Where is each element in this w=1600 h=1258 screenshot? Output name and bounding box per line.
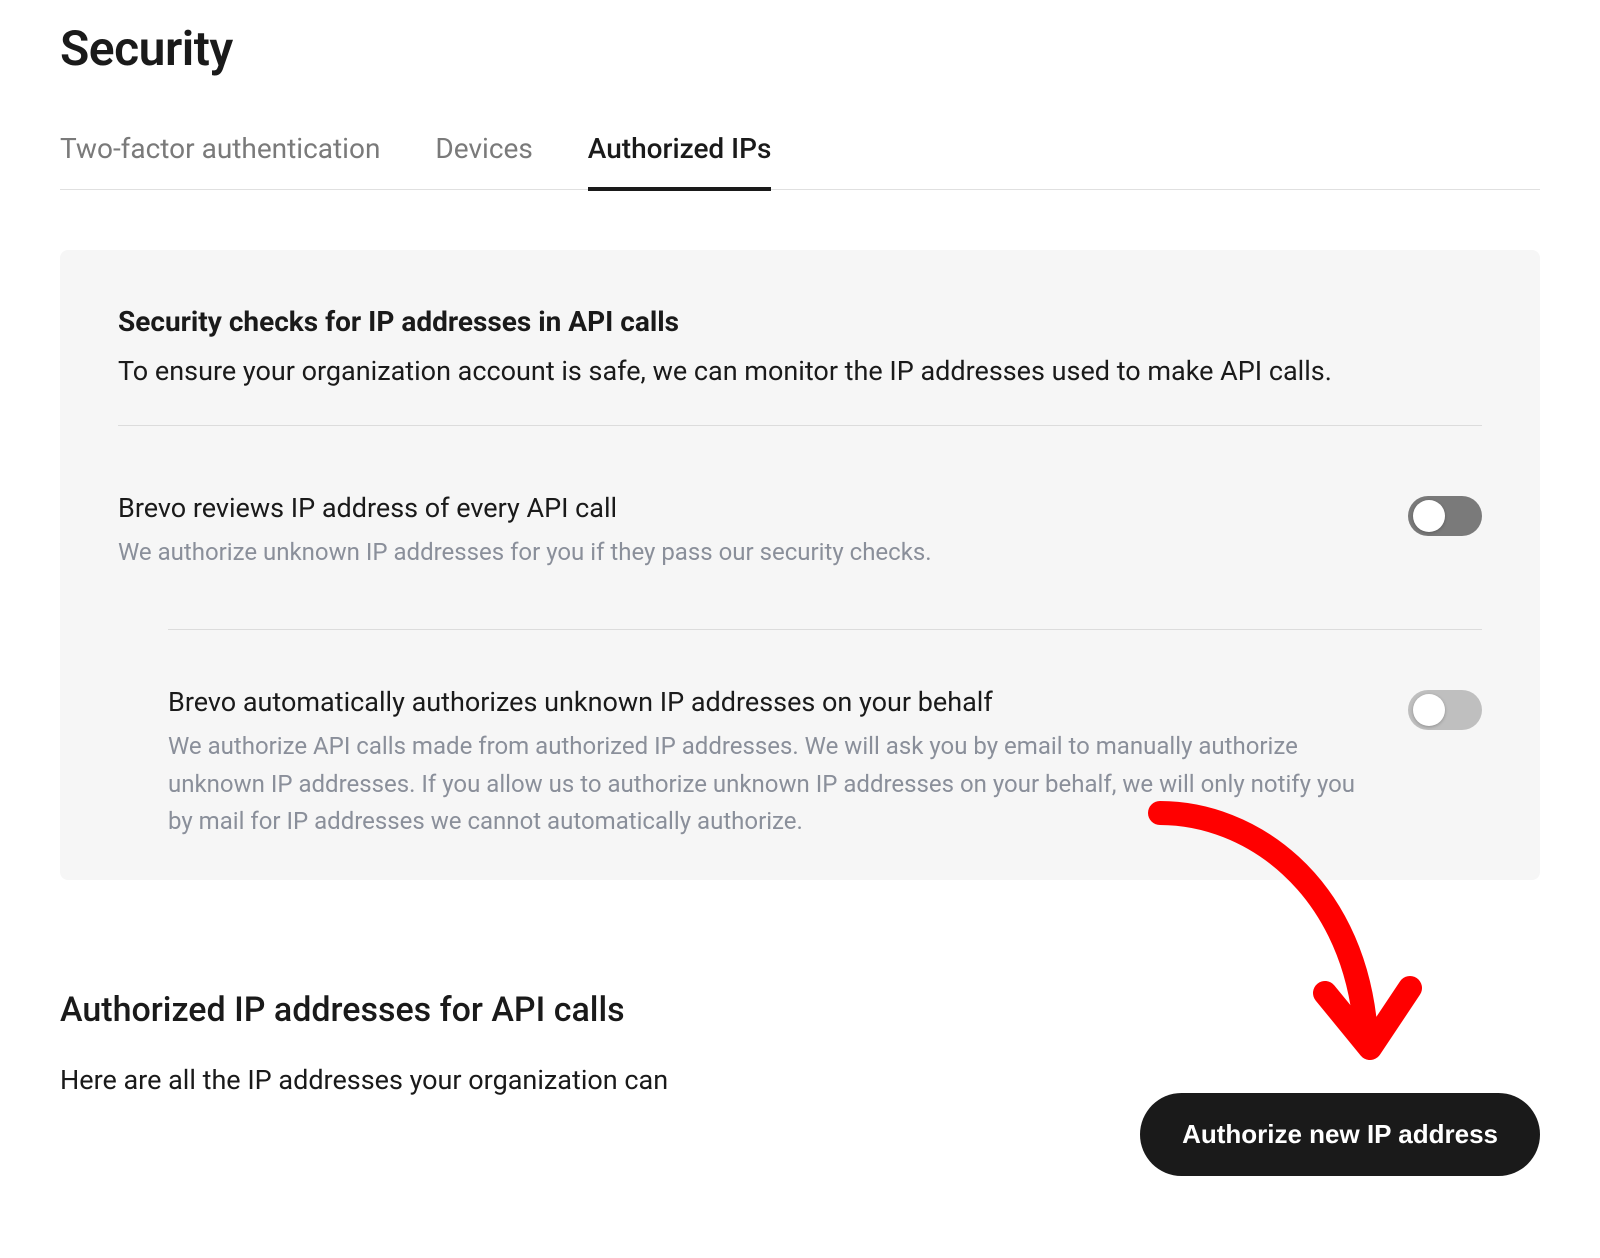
card-description: To ensure your organization account is s…: [118, 352, 1482, 391]
option-review-ip-title: Brevo reviews IP address of every API ca…: [118, 492, 1378, 524]
security-card: Security checks for IP addresses in API …: [60, 250, 1540, 880]
option-review-ip-sub: We authorize unknown IP addresses for yo…: [118, 534, 1378, 571]
option-review-ip-row: Brevo reviews IP address of every API ca…: [118, 492, 1482, 571]
tabs: Two-factor authentication Devices Author…: [60, 132, 1540, 190]
card-title: Security checks for IP addresses in API …: [118, 305, 1482, 338]
tab-devices[interactable]: Devices: [435, 132, 532, 191]
toggle-knob-icon: [1413, 500, 1445, 532]
tab-two-factor[interactable]: Two-factor authentication: [60, 132, 380, 191]
authorized-ips-sub: Here are all the IP addresses your organ…: [60, 1064, 760, 1096]
tab-authorized-ips[interactable]: Authorized IPs: [588, 132, 772, 191]
divider: [168, 629, 1482, 630]
option-auto-authorize-row: Brevo automatically authorizes unknown I…: [118, 686, 1482, 840]
authorized-ips-heading: Authorized IP addresses for API calls: [60, 990, 1540, 1030]
authorize-new-ip-button[interactable]: Authorize new IP address: [1140, 1093, 1540, 1176]
toggle-knob-icon: [1413, 694, 1445, 726]
divider: [118, 425, 1482, 426]
page-title: Security: [60, 20, 1540, 77]
option-auto-authorize-sub: We authorize API calls made from authori…: [168, 728, 1378, 840]
toggle-review-ip[interactable]: [1408, 496, 1482, 536]
option-auto-authorize-title: Brevo automatically authorizes unknown I…: [168, 686, 1378, 718]
toggle-auto-authorize[interactable]: [1408, 690, 1482, 730]
